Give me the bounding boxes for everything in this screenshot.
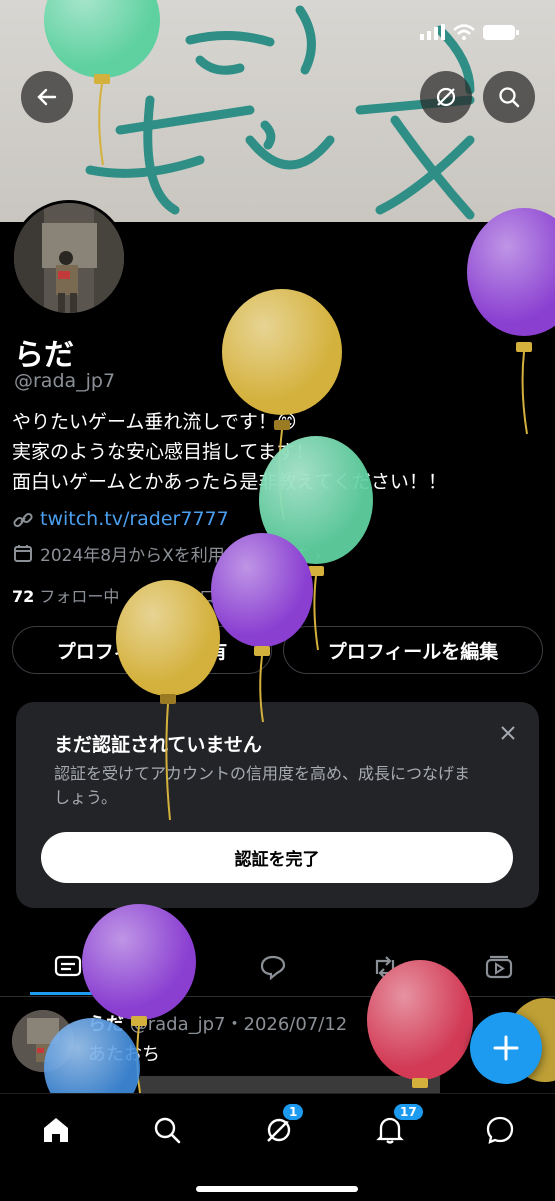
no-sync-icon: [436, 87, 456, 107]
follow-stats: 72 フォロー中 76 フォロワー: [12, 583, 247, 607]
followers-label: フォロワー: [167, 587, 248, 606]
nav-home[interactable]: [26, 1108, 86, 1152]
notifications-badge: 17: [392, 1102, 425, 1122]
nav-messages[interactable]: [470, 1108, 530, 1152]
profile-link[interactable]: twitch.tv/rader7777: [40, 508, 229, 530]
tab-reposts[interactable]: [352, 940, 418, 994]
profile-handle: @rada_jp7: [14, 370, 116, 392]
verification-description: 認証を受けてアカウントの信用度を高め、成長につなげましょう。: [54, 764, 471, 807]
bio-line-2: 実家のような安心感目指してます！: [12, 441, 315, 463]
search-icon: [154, 1117, 181, 1144]
back-button[interactable]: [21, 71, 73, 123]
tab-replies[interactable]: [240, 940, 306, 994]
search-button[interactable]: [483, 71, 535, 123]
post-author: らだ: [88, 1014, 124, 1035]
posts-tab-icon: [55, 955, 82, 977]
close-icon[interactable]: [499, 724, 517, 746]
joined-text: 2024年8月からXを利用しています: [40, 546, 310, 566]
balloon-purple-right: [467, 208, 555, 435]
tab-posts[interactable]: ポスト ⌄: [30, 940, 186, 995]
grok-header-button[interactable]: [420, 71, 472, 123]
bio-line-3: 面白いゲームとかあったら是非教えてください！！: [12, 471, 447, 493]
following-count: 72: [12, 587, 35, 606]
reply-icon: [260, 955, 286, 980]
profile-tabs: ポスト ⌄: [0, 940, 555, 997]
status-time: 11:37: [52, 18, 119, 42]
complete-verification-button[interactable]: 認証を完了: [41, 832, 513, 883]
share-profile-button[interactable]: プロフィールを共有: [12, 626, 272, 674]
chevron-right-icon: ›: [314, 546, 322, 566]
avatar[interactable]: [11, 200, 127, 316]
nav-search[interactable]: [137, 1108, 197, 1152]
post-header: らだ @rada_jp7・2026/07/12: [88, 1010, 347, 1036]
post-media[interactable]: [140, 1076, 440, 1093]
calendar-icon: [13, 543, 33, 567]
following-link[interactable]: 72 フォロー中: [12, 587, 119, 606]
post-text: あたおち: [88, 1044, 160, 1065]
nav-grok[interactable]: 1: [249, 1102, 309, 1152]
video-icon: [485, 955, 513, 979]
bottom-nav: 1 17: [0, 1093, 555, 1201]
post-avatar[interactable]: [12, 1010, 74, 1072]
chevron-down-icon: ⌄: [150, 958, 162, 974]
post-meta: @rada_jp7・2026/07/12: [129, 1014, 348, 1035]
status-icons: [420, 22, 530, 42]
search-icon: [499, 87, 520, 108]
bio-line-1: やりたいゲーム垂れ流しです！😊: [12, 411, 297, 433]
nav-notifications[interactable]: 17: [360, 1102, 425, 1152]
tab-videos[interactable]: [466, 940, 532, 994]
home-indicator: [196, 1186, 358, 1192]
link-icon: [13, 510, 33, 534]
tab-posts-label: ポスト: [90, 957, 145, 978]
verification-card: まだ認証されていません 認証を受けてアカウントの信用度を高め、成長につなげましょ…: [16, 702, 539, 908]
grok-badge: 1: [281, 1102, 306, 1122]
profile-name: らだ: [14, 338, 74, 373]
verification-title: まだ認証されていません: [54, 734, 262, 756]
repost-icon: [375, 956, 395, 978]
edit-profile-button[interactable]: プロフィールを編集: [283, 626, 543, 674]
plus-icon: [493, 1035, 519, 1061]
message-icon: [486, 1116, 514, 1144]
back-arrow-icon: [37, 88, 57, 106]
followers-link[interactable]: 76 フォロワー: [140, 587, 247, 606]
compose-button[interactable]: [470, 1012, 542, 1084]
home-icon: [44, 1118, 68, 1142]
followers-count: 76: [139, 587, 162, 606]
following-label: フォロー中: [39, 587, 120, 606]
joined-date[interactable]: 2024年8月からXを利用しています ›: [40, 541, 321, 566]
